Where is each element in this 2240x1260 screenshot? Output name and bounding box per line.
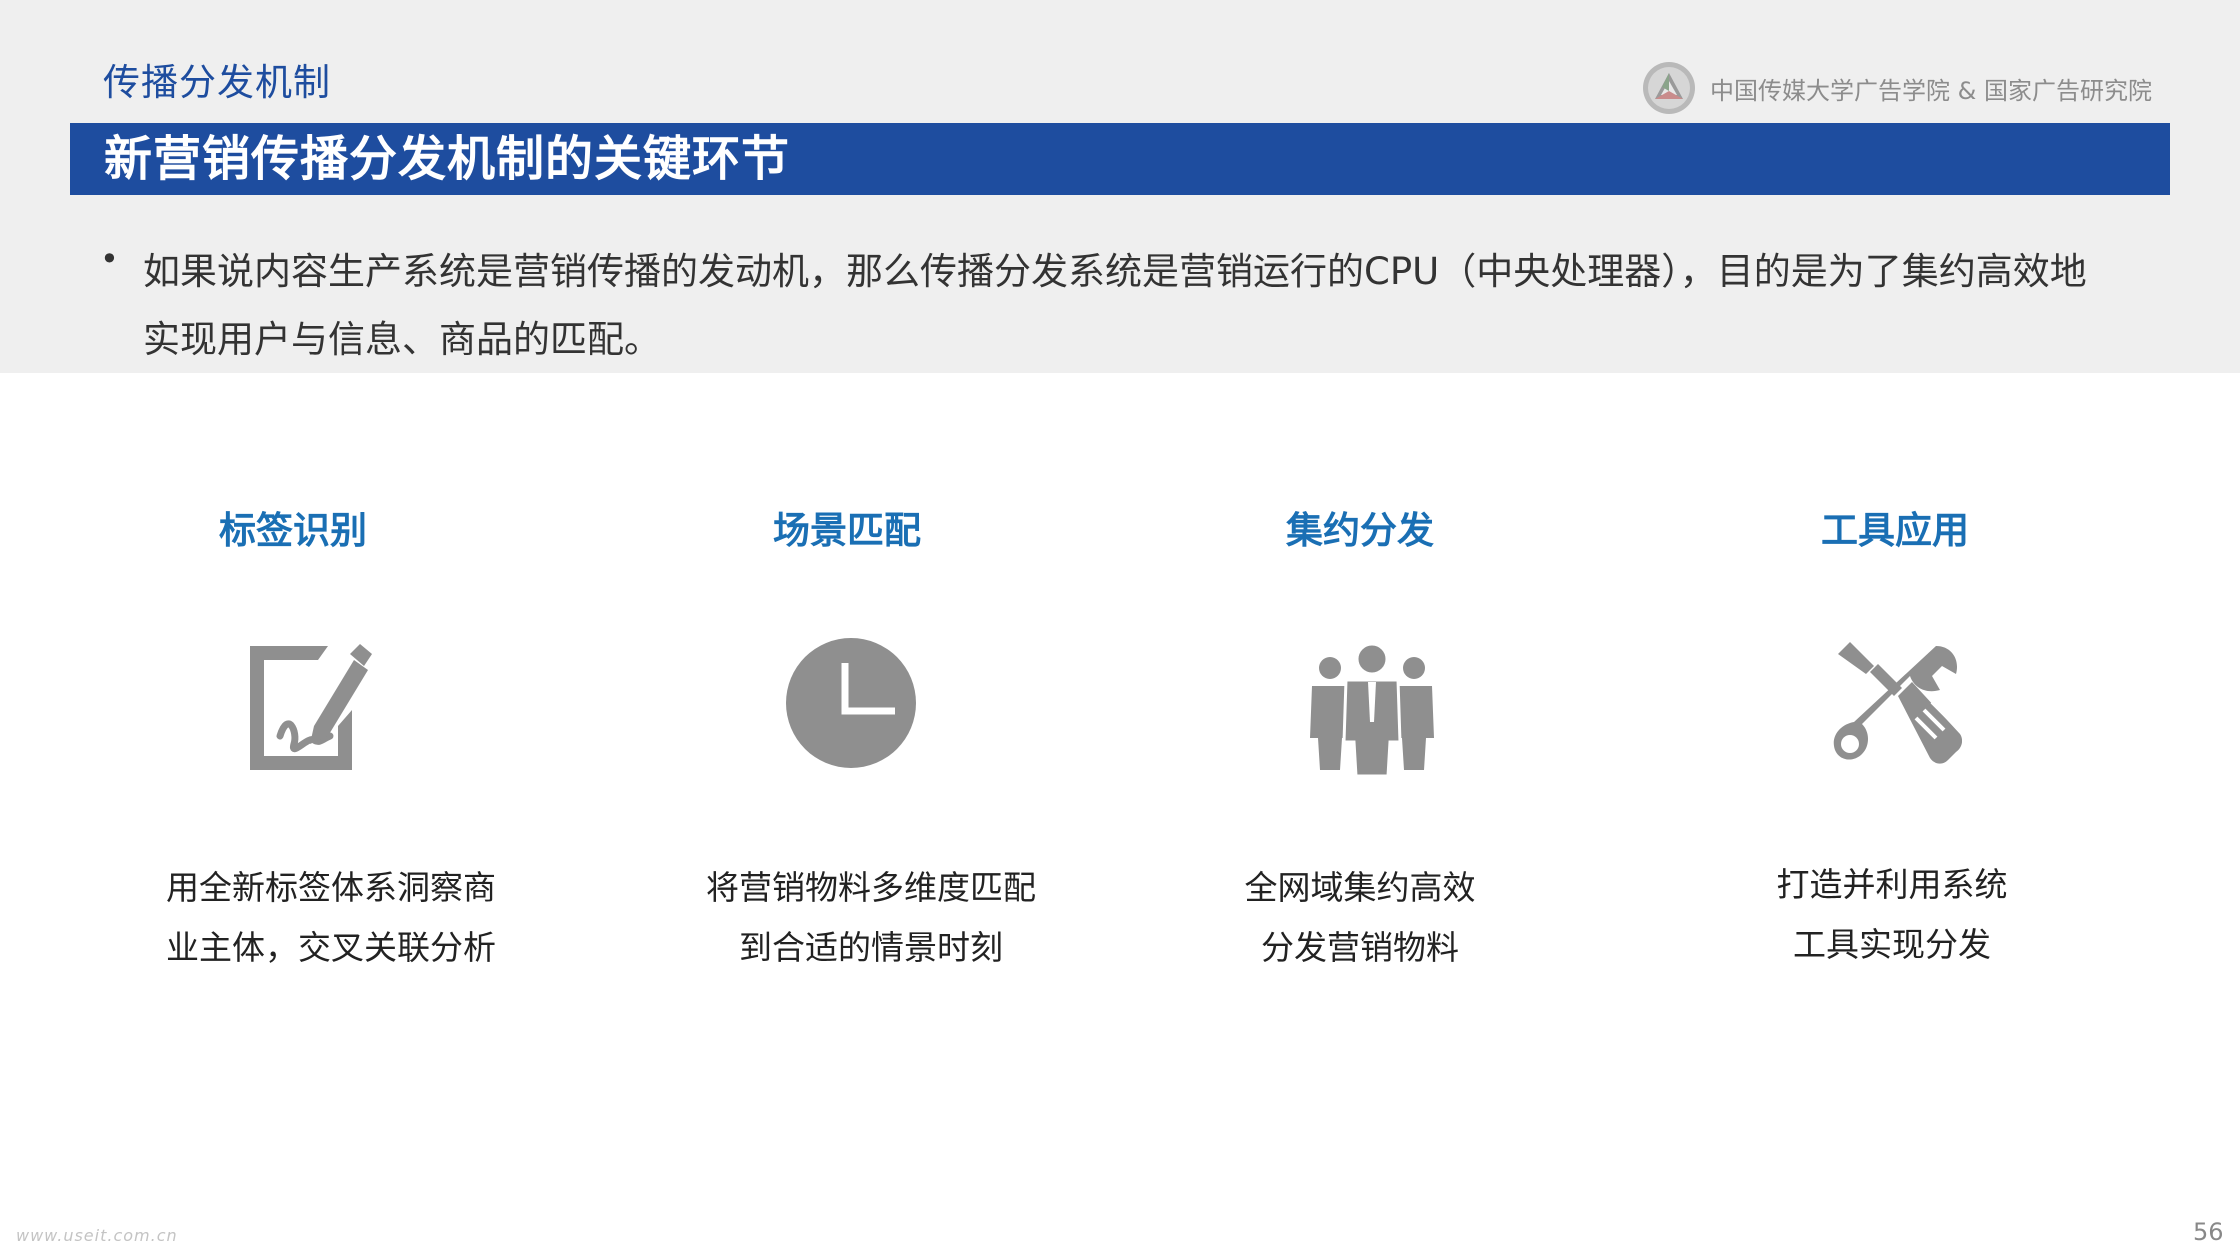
column-desc-tool-application: 打造并利用系统 工具实现分发: [1692, 855, 2092, 975]
bullet-line-2: 实现用户与信息、商品的匹配。: [143, 318, 661, 361]
column-desc-intensive-distribution: 全网域集约高效 分发营销物料: [1160, 858, 1560, 978]
desc-line: 工具实现分发: [1793, 925, 1991, 964]
people-group-icon: [1310, 642, 1434, 776]
sign-document-icon: [250, 644, 372, 770]
watermark-url: www.useit.com.cn: [16, 1226, 178, 1245]
section-title: 传播分发机制: [103, 61, 331, 104]
bullet-line-1: 如果说内容生产系统是营销传播的发动机，那么传播分发系统是营销运行的CPU（中央处…: [143, 250, 2087, 293]
column-title-intensive-distribution: 集约分发: [1286, 509, 1434, 552]
org-name: 中国传媒大学广告学院 & 国家广告研究院: [1710, 76, 2152, 105]
page-number: 56: [2193, 1218, 2224, 1246]
bullet-marker: •: [100, 240, 119, 278]
desc-line: 将营销物料多维度匹配: [706, 868, 1036, 907]
desc-line: 打造并利用系统: [1776, 865, 2008, 904]
tools-icon: [1833, 642, 1962, 764]
slide-title: 新营销传播分发机制的关键环节: [104, 131, 791, 187]
column-desc-scene-matching: 将营销物料多维度匹配 到合适的情景时刻: [671, 858, 1071, 978]
org-branding: 中国传媒大学广告学院 & 国家广告研究院: [1642, 60, 2152, 116]
triangle-emblem-icon: [1643, 62, 1695, 114]
title-bar: 新营销传播分发机制的关键环节: [70, 123, 2170, 195]
desc-line: 业主体，交叉关联分析: [166, 928, 496, 967]
desc-line: 用全新标签体系洞察商: [166, 868, 496, 907]
column-title-tag-recognition: 标签识别: [219, 509, 367, 552]
column-desc-tag-recognition: 用全新标签体系洞察商 业主体，交叉关联分析: [131, 858, 531, 978]
desc-line: 全网域集约高效: [1244, 868, 1476, 907]
column-title-tool-application: 工具应用: [1821, 509, 1969, 552]
desc-line: 分发营销物料: [1261, 928, 1459, 967]
clock-icon: [786, 638, 916, 768]
desc-line: 到合适的情景时刻: [739, 928, 1003, 967]
column-title-scene-matching: 场景匹配: [773, 509, 921, 552]
bullet-paragraph: 如果说内容生产系统是营销传播的发动机，那么传播分发系统是营销运行的CPU（中央处…: [143, 238, 2153, 374]
